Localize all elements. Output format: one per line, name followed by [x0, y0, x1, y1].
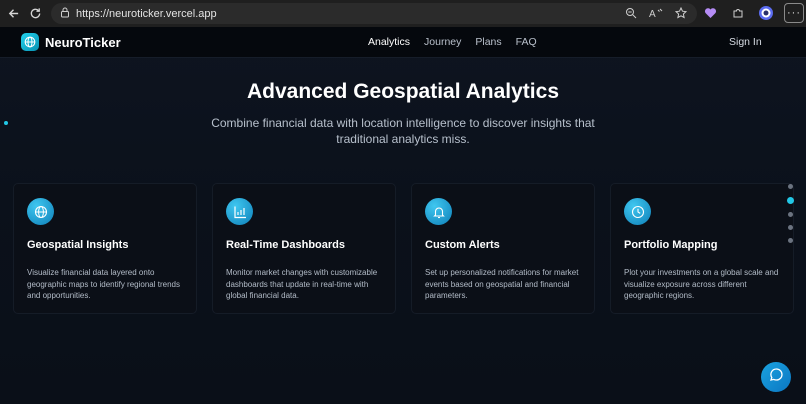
lock-icon — [60, 5, 70, 23]
pager-dot-active[interactable] — [787, 197, 794, 204]
back-icon[interactable] — [2, 2, 24, 24]
zoom-icon[interactable] — [625, 6, 637, 24]
clock-icon — [624, 198, 651, 225]
site-header: NeuroTicker Analytics Journey Plans FAQ … — [0, 27, 806, 58]
read-aloud-icon[interactable]: A — [649, 6, 663, 24]
hero-title: Advanced Geospatial Analytics — [247, 80, 559, 103]
nav-link-journey[interactable]: Journey — [424, 36, 461, 48]
refresh-icon[interactable] — [24, 2, 46, 24]
heart-extension-icon[interactable] — [700, 3, 720, 23]
card-description: Plot your investments on a global scale … — [624, 268, 779, 300]
chat-button[interactable] — [761, 362, 791, 392]
card-description: Visualize financial data layered onto ge… — [27, 268, 180, 300]
card-description: Set up personalized notifications for ma… — [425, 268, 579, 300]
pager-dot[interactable] — [788, 212, 793, 217]
svg-text:A: A — [649, 9, 656, 19]
browser-toolbar: https://neuroticker.vercel.app A ··· — [0, 0, 806, 27]
more-icon[interactable]: ··· — [784, 3, 804, 23]
feature-card: Geospatial Insights Visualize financial … — [13, 183, 197, 314]
side-marker-dot — [4, 121, 8, 125]
card-title: Custom Alerts — [425, 239, 500, 251]
card-title: Real-Time Dashboards — [226, 239, 346, 251]
address-bar[interactable]: https://neuroticker.vercel.app A — [51, 3, 697, 24]
card-description: Monitor market changes with customizable… — [226, 268, 378, 300]
sign-in-link[interactable]: Sign In — [729, 36, 762, 48]
bell-icon — [425, 198, 452, 225]
brand-logo[interactable]: NeuroTicker — [21, 33, 121, 51]
profile-icon[interactable] — [756, 3, 776, 23]
feature-cards: Geospatial Insights Visualize financial … — [13, 183, 794, 314]
globe-icon — [27, 198, 54, 225]
hero-subtitle: Combine financial data with location int… — [211, 116, 595, 146]
pager-dot[interactable] — [788, 238, 793, 243]
main-nav: Analytics Journey Plans FAQ — [368, 36, 537, 48]
section-pager — [787, 184, 794, 243]
card-title: Geospatial Insights — [27, 239, 129, 251]
chart-icon — [226, 198, 253, 225]
nav-link-plans[interactable]: Plans — [475, 36, 501, 48]
chat-bubble-icon — [769, 367, 784, 387]
pager-dot[interactable] — [788, 225, 793, 230]
extension-icon[interactable] — [728, 3, 748, 23]
globe-logo-icon — [21, 33, 39, 51]
nav-link-analytics[interactable]: Analytics — [368, 36, 410, 48]
url-text: https://neuroticker.vercel.app — [76, 7, 217, 20]
brand-name: NeuroTicker — [45, 34, 121, 50]
feature-card: Custom Alerts Set up personalized notifi… — [411, 183, 595, 314]
pager-dot[interactable] — [788, 184, 793, 189]
nav-link-faq[interactable]: FAQ — [516, 36, 537, 48]
feature-card: Portfolio Mapping Plot your investments … — [610, 183, 794, 314]
feature-card: Real-Time Dashboards Monitor market chan… — [212, 183, 396, 314]
favorite-icon[interactable] — [674, 6, 688, 24]
card-title: Portfolio Mapping — [624, 239, 718, 251]
website: NeuroTicker Analytics Journey Plans FAQ … — [0, 27, 806, 404]
